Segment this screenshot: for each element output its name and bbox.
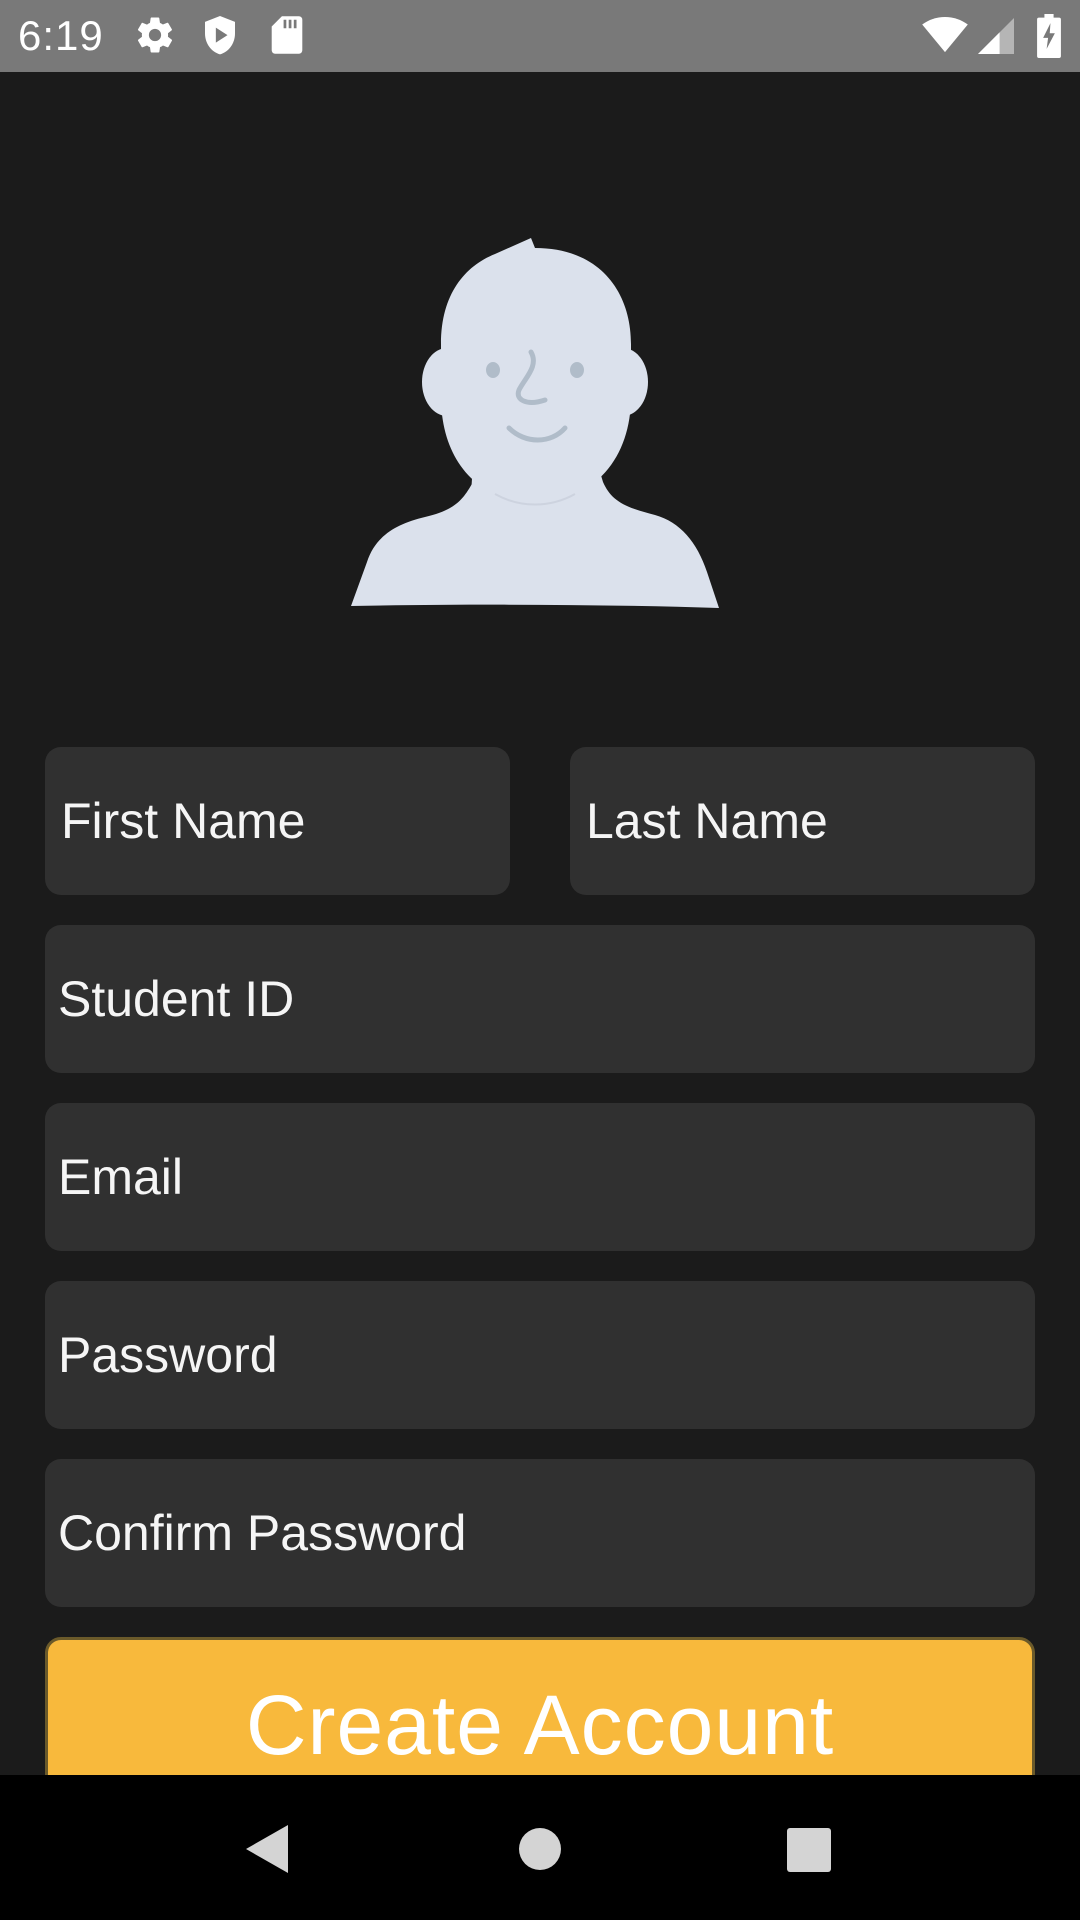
email-field[interactable]: Email — [45, 1103, 1035, 1251]
first-name-field[interactable]: First Name — [45, 747, 510, 895]
battery-charging-icon — [1036, 14, 1062, 63]
create-account-button[interactable]: Create Account — [45, 1637, 1035, 1775]
navigation-bar — [0, 1775, 1080, 1920]
wifi-icon — [922, 16, 968, 59]
recents-icon[interactable] — [786, 1827, 832, 1878]
student-id-field[interactable]: Student ID — [45, 925, 1035, 1073]
last-name-field[interactable]: Last Name — [570, 747, 1035, 895]
last-name-placeholder: Last Name — [586, 793, 828, 849]
sign-up-screen: First Name Last Name Student ID Email Pa… — [0, 72, 1080, 1775]
home-icon[interactable] — [518, 1827, 562, 1876]
confirm-password-field[interactable]: Confirm Password — [45, 1459, 1035, 1607]
email-placeholder: Email — [58, 1149, 184, 1205]
first-name-placeholder: First Name — [61, 793, 306, 849]
person-avatar-icon[interactable] — [345, 232, 725, 612]
student-id-placeholder: Student ID — [58, 971, 295, 1027]
gear-icon — [134, 14, 176, 61]
shield-play-icon — [200, 14, 240, 63]
password-field[interactable]: Password — [45, 1281, 1035, 1429]
confirm-password-placeholder: Confirm Password — [58, 1505, 467, 1561]
back-icon[interactable] — [244, 1823, 290, 1880]
password-placeholder: Password — [58, 1327, 278, 1383]
status-time: 6:19 — [18, 12, 104, 59]
sd-card-icon — [270, 14, 304, 61]
status-bar: 6:19 — [0, 0, 1080, 72]
signal-icon — [978, 18, 1014, 59]
